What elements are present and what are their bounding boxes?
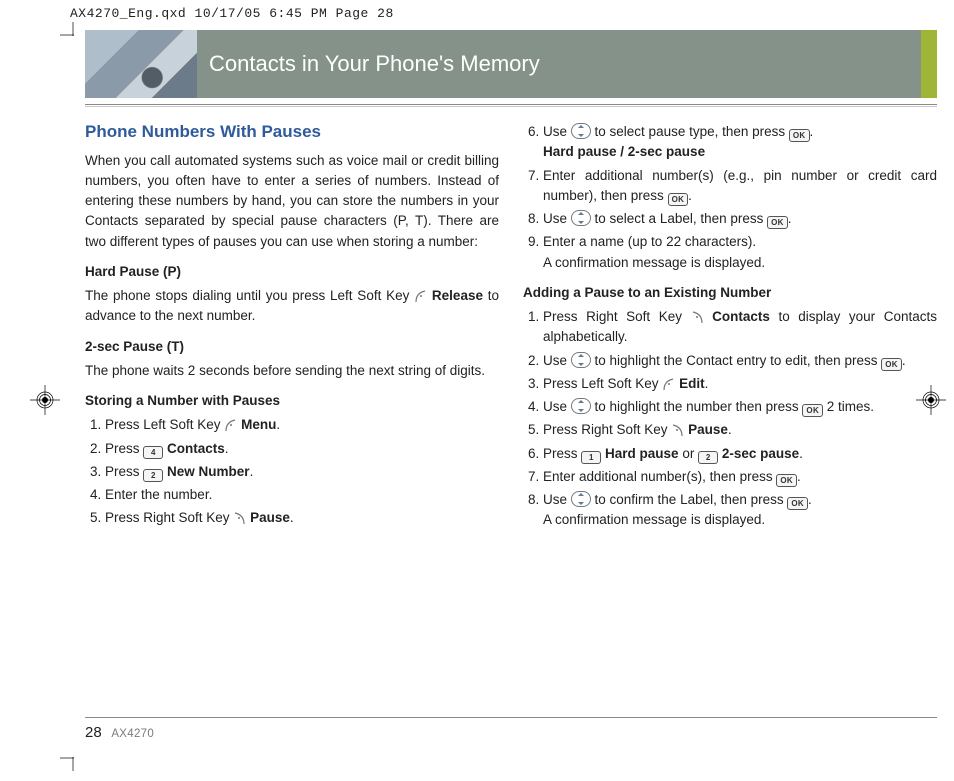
list-item: Press 2 New Number. [105, 462, 499, 482]
storing-steps: Press Left Soft Key Menu. Press 4 Contac… [85, 415, 499, 528]
left-softkey-icon [414, 289, 427, 303]
title-banner: Contacts in Your Phone's Memory [85, 30, 937, 98]
list-item: Use to highlight the Contact entry to ed… [543, 351, 937, 371]
two-sec-heading: 2-sec Pause (T) [85, 337, 499, 357]
right-softkey-icon [233, 511, 246, 525]
model-number: AX4270 [111, 728, 154, 740]
adding-pause-steps: Press Right Soft Key Contacts to display… [523, 307, 937, 531]
adding-pause-heading: Adding a Pause to an Existing Number [523, 283, 937, 303]
right-column: Use to select pause type, then press OK.… [523, 119, 937, 539]
page-content: Contacts in Your Phone's Memory Phone Nu… [85, 30, 937, 755]
nav-key-icon [571, 352, 591, 368]
list-item: Enter additional number(s), then press O… [543, 467, 937, 487]
hard-pause-heading: Hard Pause (P) [85, 262, 499, 282]
storing-steps-continued: Use to select pause type, then press OK.… [523, 122, 937, 273]
key-1-icon: 1 [581, 451, 601, 464]
crop-mark-top [60, 22, 86, 48]
ok-key-icon: OK [802, 404, 823, 417]
footer: 28 AX4270 [85, 717, 937, 741]
ok-key-icon: OK [767, 216, 788, 229]
nav-key-icon [571, 398, 591, 414]
key-2-icon: 2 [698, 451, 718, 464]
nav-key-icon [571, 123, 591, 139]
section-title: Phone Numbers With Pauses [85, 119, 499, 145]
intro-paragraph: When you call automated systems such as … [85, 151, 499, 252]
list-item: Press Left Soft Key Menu. [105, 415, 499, 435]
left-column: Phone Numbers With Pauses When you call … [85, 119, 499, 539]
list-item: Press Right Soft Key Pause. [543, 420, 937, 440]
list-item: Enter additional number(s) (e.g., pin nu… [543, 166, 937, 207]
ok-key-icon: OK [881, 358, 902, 371]
list-item: Press Right Soft Key Contacts to display… [543, 307, 937, 348]
ok-key-icon: OK [776, 474, 797, 487]
list-item: Press Left Soft Key Edit. [543, 374, 937, 394]
hard-pause-text: The phone stops dialing until you press … [85, 286, 499, 327]
key-4-icon: 4 [143, 446, 163, 459]
banner-divider [85, 104, 937, 107]
list-item: Use to confirm the Label, then press OK.… [543, 490, 937, 531]
list-item: Use to select a Label, then press OK. [543, 209, 937, 229]
registration-mark-left [30, 385, 60, 415]
right-softkey-icon [671, 423, 684, 437]
list-item: Press 4 Contacts. [105, 439, 499, 459]
ok-key-icon: OK [789, 129, 810, 142]
banner-photo [85, 30, 197, 98]
print-slug: AX4270_Eng.qxd 10/17/05 6:45 PM Page 28 [70, 6, 394, 21]
page-number: 28 [85, 724, 102, 741]
list-item: Use to highlight the number then press O… [543, 397, 937, 417]
right-softkey-icon [691, 310, 704, 324]
ok-key-icon: OK [668, 193, 689, 206]
key-2-icon: 2 [143, 469, 163, 482]
list-item: Enter the number. [105, 485, 499, 505]
nav-key-icon [571, 491, 591, 507]
list-item: Use to select pause type, then press OK.… [543, 122, 937, 163]
two-sec-text: The phone waits 2 seconds before sending… [85, 361, 499, 381]
left-softkey-icon [662, 377, 675, 391]
nav-key-icon [571, 210, 591, 226]
crop-mark-bottom [60, 745, 86, 771]
banner-accent-tab [921, 30, 937, 98]
banner-title: Contacts in Your Phone's Memory [197, 30, 921, 98]
list-item: Enter a name (up to 22 characters). A co… [543, 232, 937, 273]
ok-key-icon: OK [787, 497, 808, 510]
left-softkey-icon [224, 418, 237, 432]
list-item: Press Right Soft Key Pause. [105, 508, 499, 528]
storing-heading: Storing a Number with Pauses [85, 391, 499, 411]
footer-rule [85, 717, 937, 718]
list-item: Press 1 Hard pause or 2 2-sec pause. [543, 444, 937, 464]
